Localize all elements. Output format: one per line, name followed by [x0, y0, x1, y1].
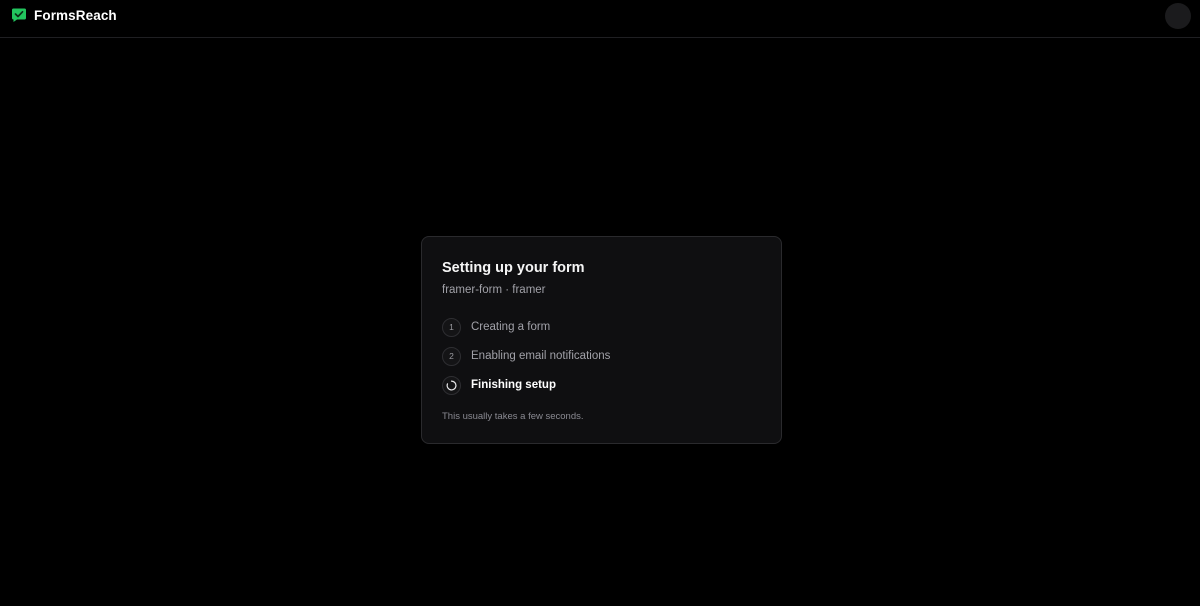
setup-card: Setting up your form framer-form · frame… — [421, 236, 782, 444]
step-number-badge: 2 — [442, 346, 461, 366]
top-bar: FormsReach — [0, 0, 1200, 38]
step-spinner-badge — [442, 375, 461, 395]
user-avatar[interactable] — [1165, 3, 1191, 29]
setup-title: Setting up your form — [442, 260, 585, 276]
spinner-icon — [446, 380, 457, 390]
setup-step-email-notifications: 2 Enabling email notifications — [442, 346, 742, 366]
brand-link[interactable]: FormsReach — [11, 6, 117, 24]
step-number-badge: 1 — [442, 317, 461, 337]
setup-note: This usually takes a few seconds. — [442, 411, 584, 422]
setup-step-create-form: 1 Creating a form — [442, 317, 742, 337]
step-label: Enabling email notifications — [471, 350, 611, 362]
setup-step-finishing: Finishing setup — [442, 375, 742, 395]
step-label: Finishing setup — [471, 379, 556, 391]
brand-name: FormsReach — [34, 7, 117, 23]
step-label: Creating a form — [471, 321, 551, 333]
setup-subtitle: framer-form · framer — [442, 284, 546, 296]
check-badge-icon — [12, 8, 26, 22]
